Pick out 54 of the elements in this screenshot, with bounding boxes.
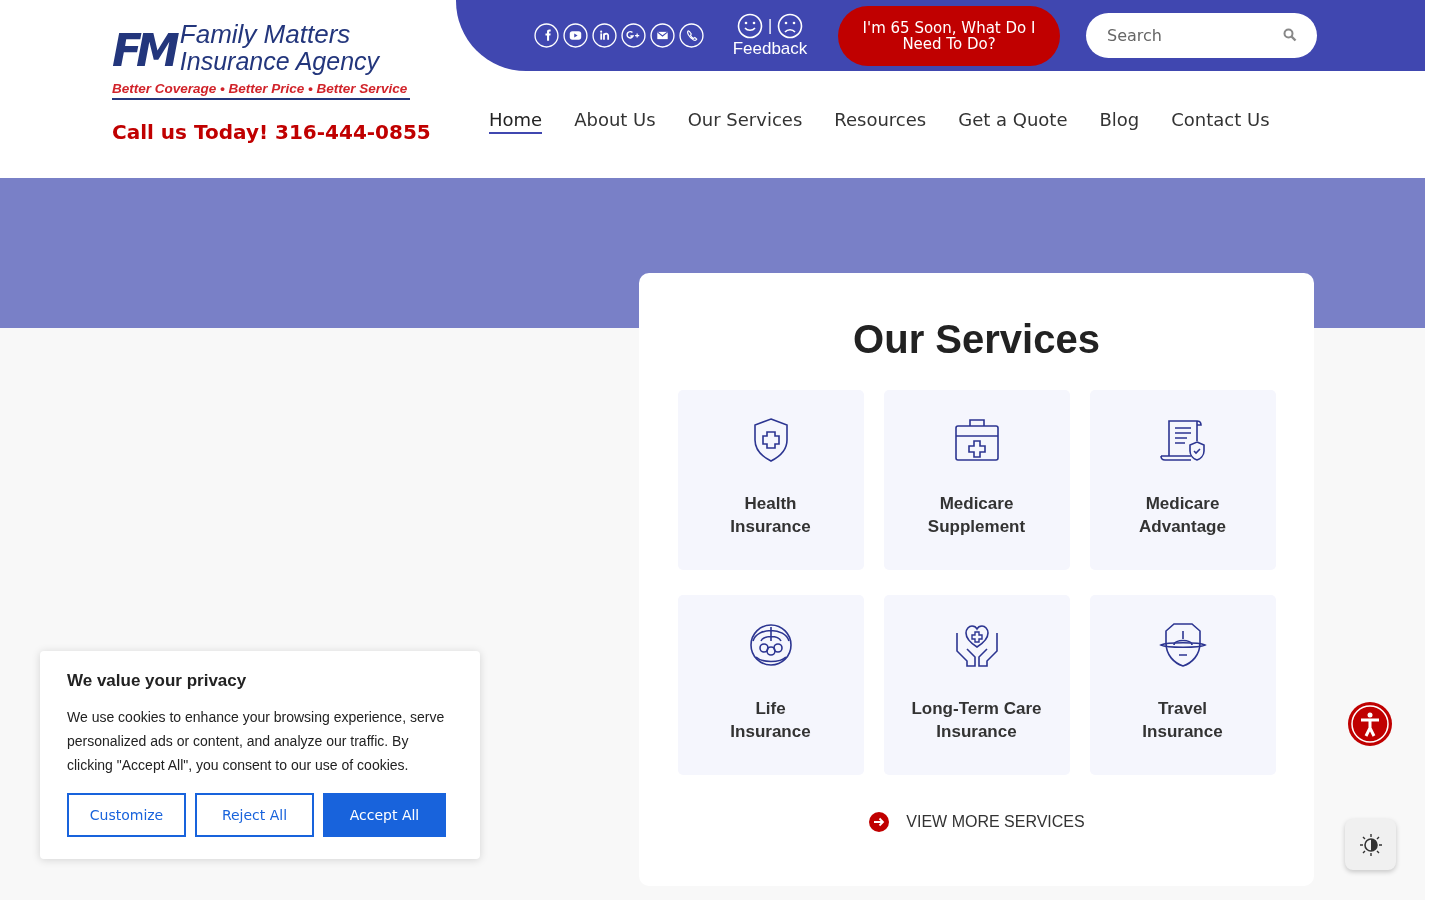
- feedback-link[interactable]: Feedback: [732, 38, 808, 59]
- service-tile[interactable]: Long-Term Care Insurance: [883, 595, 1070, 775]
- googleplus-icon[interactable]: [621, 23, 646, 48]
- search-icon[interactable]: [1283, 28, 1297, 42]
- nav-link[interactable]: Blog: [1099, 109, 1140, 134]
- accessibility-icon[interactable]: [1348, 702, 1392, 746]
- cookie-text: We use cookies to enhance your browsing experience, serve personalized ads or content, and analyze our traffic. By clicking "Accept All", you consent to our use of cookies.: [67, 708, 446, 775]
- phone-text: Call us Today! 316-444-0855: [112, 120, 432, 144]
- service-label: Medicare Supplement: [927, 493, 1026, 538]
- plane-shield-icon: [1159, 623, 1206, 667]
- contrast-icon: [1358, 832, 1383, 857]
- nav-link[interactable]: Our Services: [687, 109, 803, 134]
- sad-face-icon[interactable]: [777, 12, 804, 39]
- service-label: Life Insurance: [730, 698, 811, 743]
- document-shield-icon: [1159, 420, 1205, 461]
- service-label: Medicare Advantage: [1139, 493, 1226, 538]
- umbrella-family-icon: [749, 624, 792, 666]
- service-tile[interactable]: Medicare Advantage: [1089, 390, 1276, 570]
- logo-name[interactable]: Insurance Agency: [179, 48, 380, 75]
- linkedin-icon[interactable]: [592, 23, 617, 48]
- service-tile[interactable]: Travel Insurance: [1089, 595, 1276, 775]
- cookie-button[interactable]: Accept All: [323, 793, 446, 837]
- cookie-button[interactable]: Reject All: [195, 793, 314, 837]
- nav-link[interactable]: Contact Us: [1171, 109, 1270, 134]
- cta-button[interactable]: I'm 65 Soon, What Do I Need To Do?: [838, 5, 1060, 66]
- service-label: Health Insurance: [730, 493, 811, 538]
- phone-icon[interactable]: [679, 23, 704, 48]
- service-label: Travel Insurance: [1142, 698, 1223, 743]
- nav-link[interactable]: About Us: [574, 109, 656, 134]
- search-field[interactable]: Search: [1086, 13, 1317, 58]
- service-tile[interactable]: Medicare Supplement: [883, 390, 1070, 570]
- nav-link[interactable]: Resources: [834, 109, 927, 134]
- arrow-right-icon[interactable]: [868, 811, 891, 833]
- logo-tagline: Better Coverage • Better Price • Better Service: [112, 75, 410, 100]
- facebook-icon[interactable]: [534, 23, 559, 48]
- shield-plus-icon: [753, 418, 788, 462]
- logo-name[interactable]: Family Matters: [179, 20, 380, 48]
- contrast-button[interactable]: [1345, 819, 1396, 870]
- smiley-icon[interactable]: [736, 12, 763, 39]
- email-icon[interactable]: [650, 23, 675, 48]
- youtube-icon[interactable]: [563, 23, 588, 48]
- service-tile[interactable]: Health Insurance: [677, 390, 864, 570]
- cookie-button[interactable]: Customize: [67, 793, 186, 837]
- divider-text: |: [767, 16, 773, 35]
- hands-heart-icon: [955, 625, 998, 667]
- cookie-title: We value your privacy: [67, 671, 248, 691]
- section-title: Our Services: [853, 317, 1100, 362]
- view-more-link[interactable]: VIEW MORE SERVICES: [906, 813, 1085, 831]
- logo-mark[interactable]: FM: [112, 27, 174, 75]
- nav-link[interactable]: Home: [489, 109, 543, 134]
- service-tile[interactable]: Life Insurance: [677, 595, 864, 775]
- medical-kit-icon: [954, 419, 999, 461]
- service-label: Long-Term Care Insurance: [911, 698, 1042, 743]
- nav-link[interactable]: Get a Quote: [958, 109, 1068, 134]
